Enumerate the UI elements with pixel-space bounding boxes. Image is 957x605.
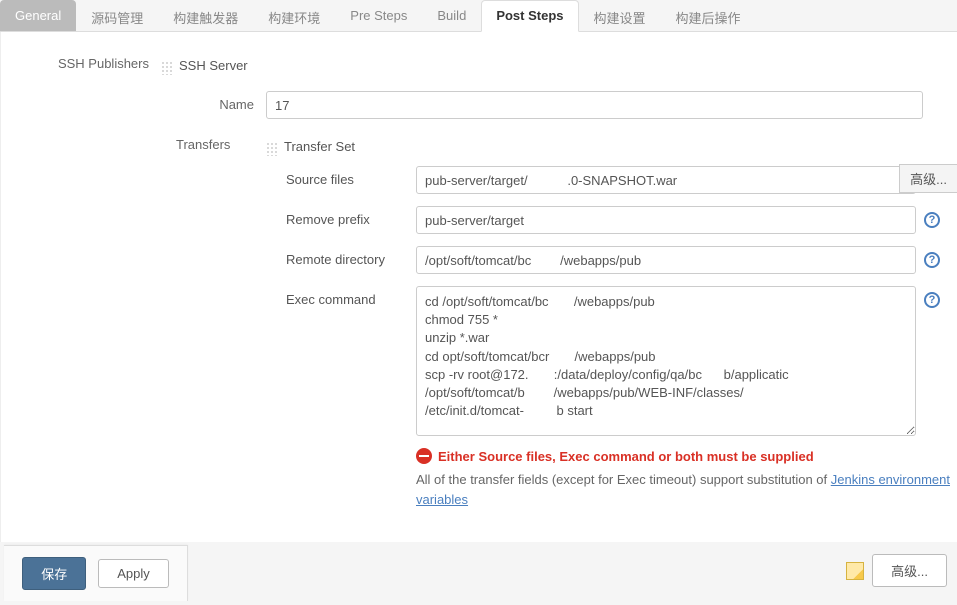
ssh-server-heading: SSH Server [179,58,248,73]
tab-general[interactable]: General [0,0,76,31]
tab-env[interactable]: 构建环境 [253,0,335,31]
help-icon[interactable]: ? [924,292,940,308]
drag-handle-icon[interactable] [161,61,173,75]
source-files-label: Source files [286,166,416,187]
help-icon[interactable]: ? [924,212,940,228]
transfers-label: Transfers [176,133,266,152]
note-icon[interactable] [846,562,864,580]
error-message: Either Source files, Exec command or bot… [438,449,814,464]
tab-build[interactable]: Build [422,0,481,31]
hint-text: All of the transfer fields (except for E… [416,470,957,509]
remote-directory-label: Remote directory [286,246,416,267]
save-button[interactable]: 保存 [22,557,86,590]
tab-scm[interactable]: 源码管理 [76,0,158,31]
apply-button[interactable]: Apply [98,559,169,588]
tab-build-settings[interactable]: 构建设置 [579,0,661,31]
tab-triggers[interactable]: 构建触发器 [158,0,253,31]
tab-pre-steps[interactable]: Pre Steps [335,0,422,31]
remove-prefix-label: Remove prefix [286,206,416,227]
error-icon [416,448,432,464]
exec-command-label: Exec command [286,286,416,307]
drag-handle-icon[interactable] [266,142,278,156]
exec-command-textarea[interactable] [416,286,916,436]
config-tabs: General 源码管理 构建触发器 构建环境 Pre Steps Build … [0,0,957,32]
post-steps-panel: SSH Publishers SSH Server Name 高级... Tra… [0,32,957,542]
tab-post-build[interactable]: 构建后操作 [661,0,756,31]
bottom-action-bar: 保存 Apply [4,545,188,601]
ssh-name-input[interactable] [266,91,923,119]
tab-post-steps[interactable]: Post Steps [481,0,578,32]
remove-prefix-input[interactable] [416,206,916,234]
remote-directory-input[interactable] [416,246,916,274]
advanced-button-top[interactable]: 高级... [899,164,957,193]
transfer-set-heading: Transfer Set [284,139,355,154]
help-icon[interactable]: ? [924,252,940,268]
ssh-publishers-label: SSH Publishers [1,52,161,71]
source-files-input[interactable] [416,166,916,194]
advanced-button-bottom[interactable]: 高级... [872,554,947,587]
ssh-name-label: Name [1,91,266,112]
